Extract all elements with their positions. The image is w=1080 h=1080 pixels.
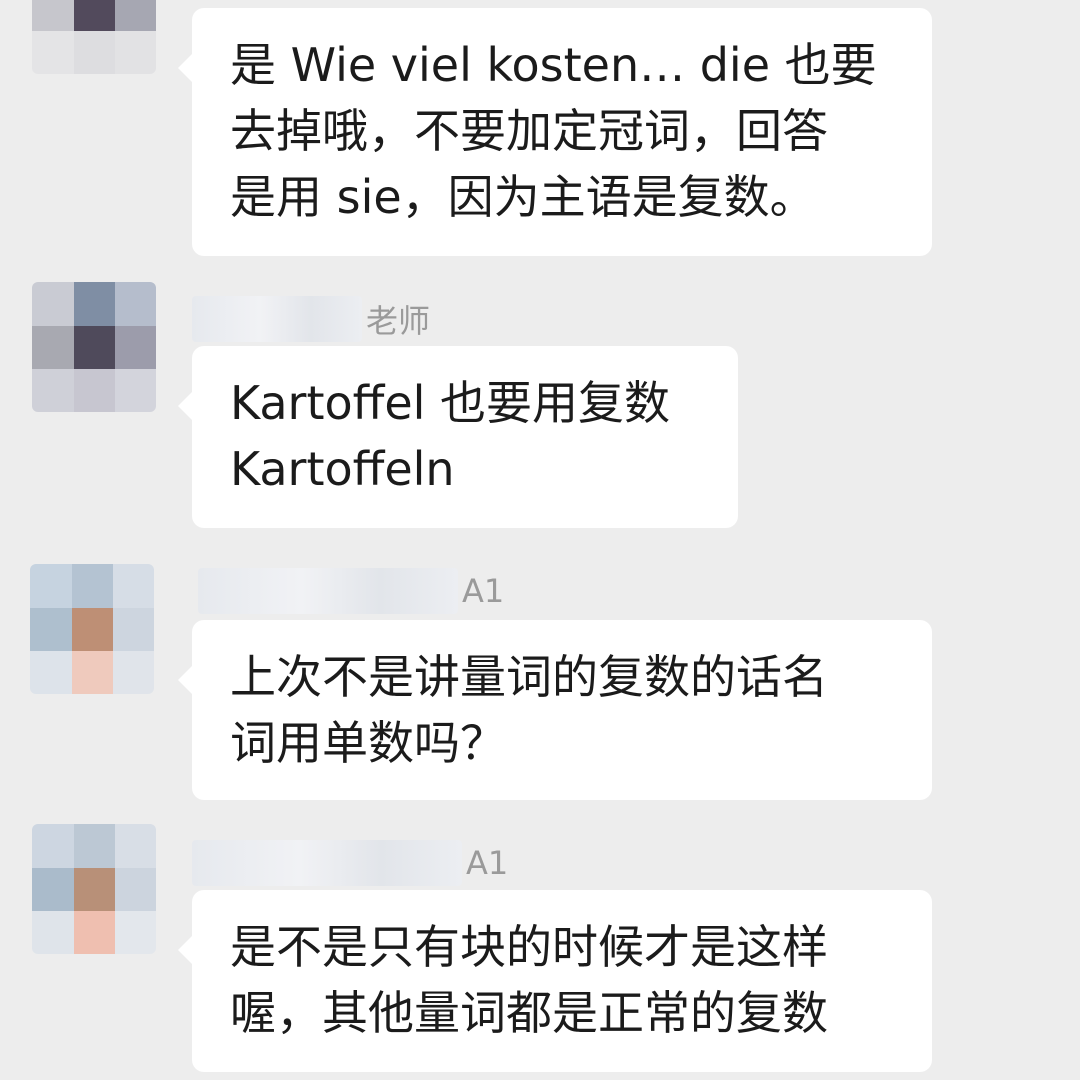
chat-message-list[interactable]: 是 Wie viel kosten… die 也要 去掉哦，不要加定冠词，回答 … [0, 0, 1080, 1080]
blurred-name [192, 840, 462, 886]
message-bubble[interactable]: 是 Wie viel kosten… die 也要 去掉哦，不要加定冠词，回答 … [178, 8, 932, 256]
message-text-line: 上次不是讲量词的复数的话名 [230, 650, 828, 704]
message-bubble[interactable]: 是不是只有块的时候才是这样 喔，其他量词都是正常的复数 [178, 890, 932, 1072]
message-text-line: 喔，其他量词都是正常的复数 [230, 986, 828, 1040]
message-text-line: 是 Wie viel kosten… die 也要 [230, 38, 877, 92]
sender-name: 老师 [192, 296, 430, 342]
blurred-name [192, 296, 362, 342]
message-bubble[interactable]: Kartoffel 也要用复数 Kartoffeln [178, 346, 738, 528]
sender-name-text: A1 [466, 844, 509, 882]
avatar[interactable] [32, 824, 156, 954]
avatar[interactable] [32, 0, 156, 74]
avatar[interactable] [30, 564, 154, 694]
message-text-line: 词用单数吗？ [230, 716, 506, 770]
sender-name-text: A1 [462, 572, 505, 610]
sender-name: A1 [198, 568, 504, 614]
sender-name-text: 老师 [366, 302, 431, 340]
message-text-line: 去掉哦，不要加定冠词，回答 [230, 104, 828, 158]
sender-name: A1 [192, 840, 508, 886]
message-text-line: Kartoffeln [230, 442, 455, 496]
message-text-line: 是不是只有块的时候才是这样 [230, 920, 828, 974]
blurred-name [198, 568, 458, 614]
message-text-line: 是用 sie，因为主语是复数。 [230, 170, 816, 224]
message-text-line: Kartoffel 也要用复数 [230, 376, 671, 430]
avatar[interactable] [32, 282, 156, 412]
message-bubble[interactable]: 上次不是讲量词的复数的话名 词用单数吗？ [178, 620, 932, 800]
